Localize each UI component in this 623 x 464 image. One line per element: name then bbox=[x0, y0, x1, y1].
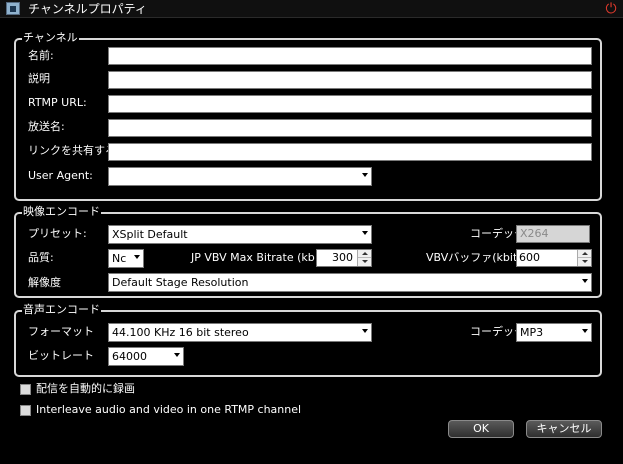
auto-record-label: 配信を自動的に録画 bbox=[36, 382, 135, 395]
rtmp-url-label: RTMP URL: bbox=[28, 96, 87, 109]
audio-codec-value: MP3 bbox=[520, 326, 544, 339]
rtmp-url-field[interactable] bbox=[108, 95, 592, 113]
chevron-down-icon[interactable] bbox=[582, 279, 588, 283]
quality-value: Nc bbox=[112, 252, 127, 265]
share-link-label: リンクを共有する: bbox=[28, 144, 120, 157]
chevron-down-icon[interactable] bbox=[362, 231, 368, 235]
stream-name-label: 放送名: bbox=[28, 120, 65, 133]
description-field[interactable] bbox=[108, 71, 592, 89]
channel-legend: チャンネル bbox=[22, 31, 79, 45]
chevron-down-icon[interactable] bbox=[362, 329, 368, 333]
power-icon[interactable]: ⏻ bbox=[603, 1, 619, 17]
interleave-checkbox[interactable] bbox=[20, 405, 31, 416]
interleave-label: Interleave audio and video in one RTMP c… bbox=[36, 403, 302, 416]
vbv-buffer-stepper[interactable]: 600 bbox=[516, 249, 592, 267]
decrement-icon[interactable] bbox=[358, 258, 371, 266]
max-bitrate-spin-buttons bbox=[357, 250, 371, 266]
description-label: 説明 bbox=[28, 72, 50, 85]
vbv-buffer-value: 600 bbox=[519, 251, 540, 264]
app-icon bbox=[6, 2, 20, 15]
decrement-icon[interactable] bbox=[578, 258, 591, 266]
name-label: 名前: bbox=[28, 49, 54, 62]
quality-select[interactable]: Nc bbox=[108, 249, 144, 268]
audio-format-select[interactable]: 44.100 KHz 16 bit stereo bbox=[108, 323, 372, 342]
audio-bitrate-value: 64000 bbox=[112, 350, 147, 363]
user-agent-label: User Agent: bbox=[28, 169, 93, 182]
title-bar: チャンネルプロパティ ⏻ bbox=[0, 0, 623, 18]
vbv-buffer-spin-buttons bbox=[577, 250, 591, 266]
cancel-button[interactable]: キャンセル bbox=[526, 420, 602, 438]
name-field[interactable] bbox=[108, 47, 592, 65]
resolution-label: 解像度 bbox=[28, 276, 61, 289]
vbv-buffer-label: VBVバッファ(kbit) bbox=[426, 251, 522, 264]
stream-name-field[interactable] bbox=[108, 119, 592, 137]
window-title: チャンネルプロパティ bbox=[28, 2, 147, 16]
video-encode-legend: 映像エンコード bbox=[22, 205, 101, 219]
chevron-down-icon[interactable] bbox=[174, 353, 180, 357]
preset-select[interactable]: XSplit Default bbox=[108, 225, 372, 244]
ok-button[interactable]: OK bbox=[448, 420, 514, 438]
increment-icon[interactable] bbox=[358, 250, 371, 258]
auto-record-checkbox[interactable] bbox=[20, 384, 31, 395]
audio-codec-select[interactable]: MP3 bbox=[516, 323, 592, 342]
preset-value: XSplit Default bbox=[112, 228, 188, 241]
audio-format-label: フォーマット bbox=[28, 325, 94, 338]
user-agent-select[interactable] bbox=[108, 167, 372, 186]
max-bitrate-value: 300 bbox=[332, 251, 353, 264]
chevron-down-icon[interactable] bbox=[582, 329, 588, 333]
chevron-down-icon[interactable] bbox=[362, 173, 368, 177]
audio-encode-legend: 音声エンコード bbox=[22, 303, 101, 317]
audio-encode-group: 音声エンコード bbox=[14, 303, 602, 377]
audio-format-value: 44.100 KHz 16 bit stereo bbox=[112, 326, 249, 339]
resolution-select[interactable]: Default Stage Resolution bbox=[108, 273, 592, 292]
preset-label: プリセット: bbox=[28, 227, 87, 240]
video-codec-field: X264 bbox=[516, 225, 590, 243]
audio-bitrate-label: ビットレート bbox=[28, 349, 94, 362]
increment-icon[interactable] bbox=[578, 250, 591, 258]
max-bitrate-label: JP VBV Max Bitrate (kb bbox=[191, 251, 315, 264]
quality-label: 品質: bbox=[28, 251, 54, 264]
max-bitrate-stepper[interactable]: 300 bbox=[316, 249, 372, 267]
share-link-field[interactable] bbox=[108, 143, 592, 161]
chevron-down-icon[interactable] bbox=[134, 255, 140, 259]
resolution-value: Default Stage Resolution bbox=[112, 276, 249, 289]
audio-bitrate-select[interactable]: 64000 bbox=[108, 347, 184, 366]
